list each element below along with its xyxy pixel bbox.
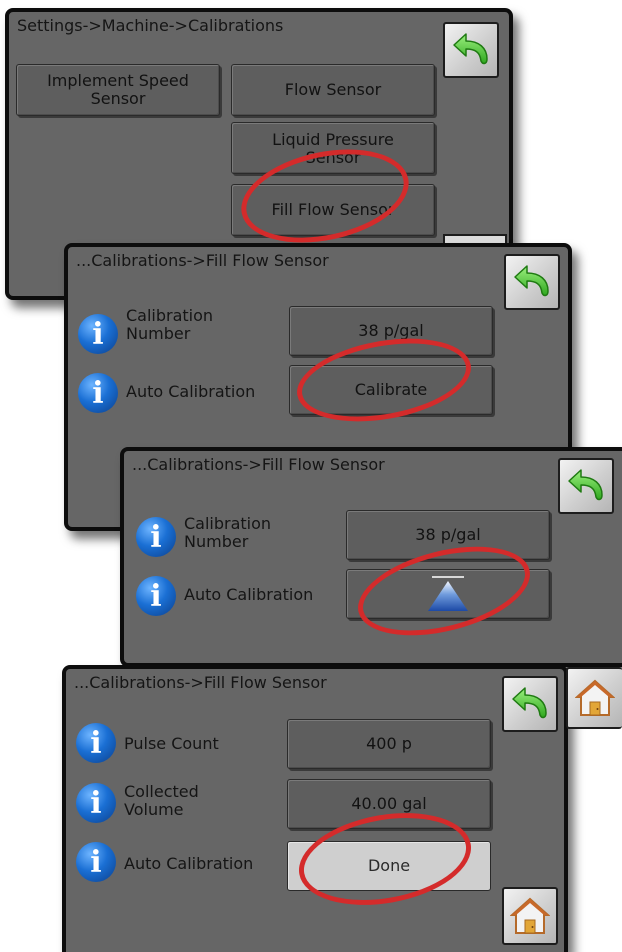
home-button[interactable] xyxy=(566,667,622,729)
back-arrow-icon xyxy=(451,30,491,70)
breadcrumb: Settings->Machine->Calibrations xyxy=(17,16,284,35)
calibrate-button[interactable]: Calibrate xyxy=(289,365,493,415)
calibration-number-field[interactable]: 38 p/gal xyxy=(346,510,550,560)
breadcrumb: ...Calibrations->Fill Flow Sensor xyxy=(76,251,329,270)
calibration-number-label: Calibration Number xyxy=(126,306,214,344)
collected-volume-field[interactable]: 40.00 gal xyxy=(287,779,491,829)
info-icon[interactable]: i xyxy=(78,314,118,354)
pulse-count-label: Pulse Count xyxy=(124,734,219,753)
start-calibration-button[interactable] xyxy=(346,569,550,619)
pulse-count-field[interactable]: 400 p xyxy=(287,719,491,769)
back-button[interactable] xyxy=(504,254,560,310)
info-icon[interactable]: i xyxy=(136,576,176,616)
breadcrumb: ...Calibrations->Fill Flow Sensor xyxy=(74,673,327,692)
calibration-number-field[interactable]: 38 p/gal xyxy=(289,306,493,356)
auto-calibration-label: Auto Calibration xyxy=(184,585,314,604)
breadcrumb: ...Calibrations->Fill Flow Sensor xyxy=(132,455,385,474)
liquid-pressure-sensor-button[interactable]: Liquid Pressure Sensor xyxy=(231,122,435,174)
fill-flow-sensor-done-screen: ...Calibrations->Fill Flow Sensor i Puls… xyxy=(62,665,568,952)
back-button[interactable] xyxy=(502,676,558,732)
flow-sensor-button[interactable]: Flow Sensor xyxy=(231,64,435,116)
fill-flow-sensor-button[interactable]: Fill Flow Sensor xyxy=(231,184,435,236)
calibration-number-label: Calibration Number xyxy=(184,514,272,552)
back-arrow-icon xyxy=(566,466,606,506)
back-arrow-icon xyxy=(512,262,552,302)
back-button[interactable] xyxy=(443,22,499,78)
info-icon[interactable]: i xyxy=(76,783,116,823)
home-icon xyxy=(575,678,615,718)
back-arrow-icon xyxy=(510,684,550,724)
info-icon[interactable]: i xyxy=(78,373,118,413)
info-icon[interactable]: i xyxy=(136,517,176,557)
home-button[interactable] xyxy=(502,887,558,945)
implement-speed-sensor-button[interactable]: Implement Speed Sensor xyxy=(16,64,220,116)
fill-flow-sensor-calibrating-screen: ...Calibrations->Fill Flow Sensor i Cali… xyxy=(120,447,622,667)
info-icon[interactable]: i xyxy=(76,723,116,763)
done-button[interactable]: Done xyxy=(287,841,491,891)
auto-calibration-label: Auto Calibration xyxy=(126,382,256,401)
back-button[interactable] xyxy=(558,458,614,514)
home-icon xyxy=(510,896,550,936)
info-icon[interactable]: i xyxy=(76,842,116,882)
auto-calibration-label: Auto Calibration xyxy=(124,854,254,873)
collected-volume-label: Collected Volume xyxy=(124,782,199,820)
start-triangle-icon xyxy=(428,576,468,611)
